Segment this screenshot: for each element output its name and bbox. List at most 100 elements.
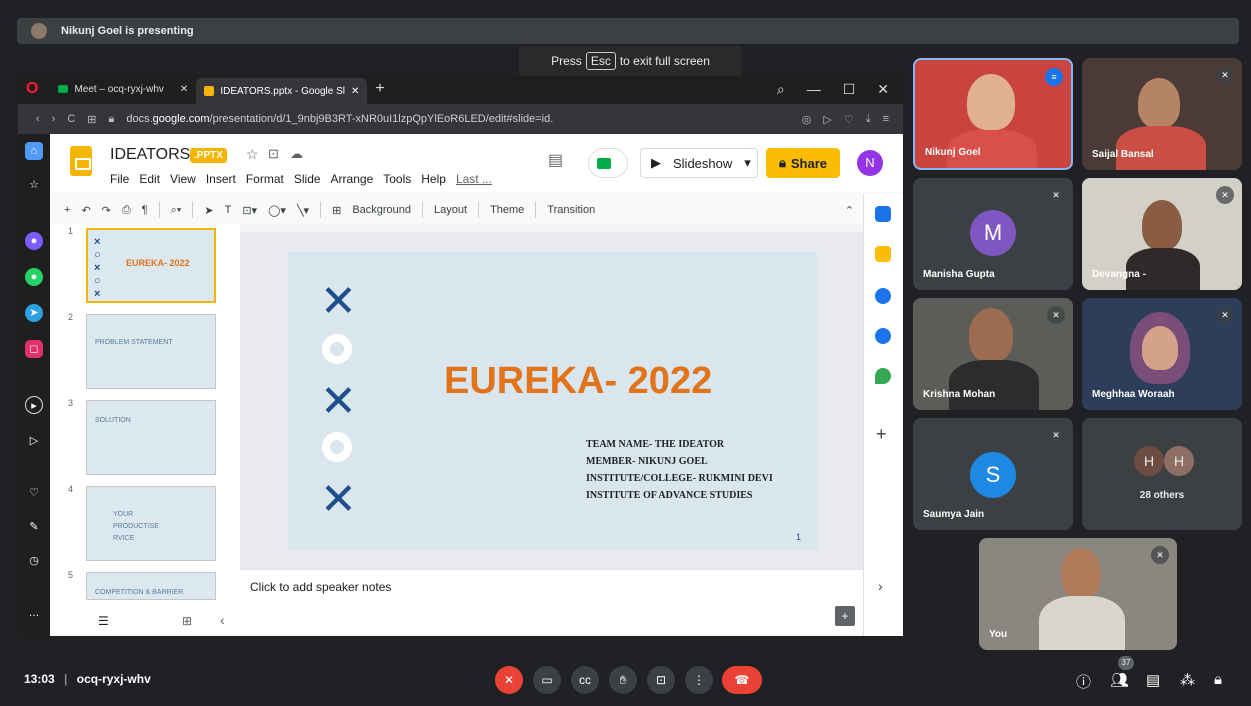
add-icon[interactable]: + [64, 204, 70, 216]
expand-panel-icon[interactable]: › [878, 578, 883, 594]
participant-tile[interactable]: ✕ Saijal Bansal [1082, 58, 1242, 170]
activities-icon[interactable]: ⁂ [1180, 671, 1195, 689]
slideshow-button[interactable]: ▶ Slideshow ▾ [640, 148, 758, 178]
heart-icon[interactable]: ♡ [25, 484, 43, 502]
participant-tile[interactable]: ✕ Meghhaa Woraah [1082, 298, 1242, 410]
print-icon[interactable]: ⎙ [122, 204, 131, 217]
tasks-icon[interactable] [875, 288, 891, 304]
keep-icon[interactable] [875, 246, 891, 262]
filmstrip-view-icon[interactable]: ⊞ [182, 614, 192, 628]
people-icon[interactable]: 👥︎ [1110, 671, 1129, 689]
new-tab-button[interactable]: + [375, 80, 384, 98]
user-avatar[interactable]: N [857, 150, 883, 176]
cloud-icon[interactable]: ☁︎ [290, 146, 303, 162]
captions-button[interactable]: cc [571, 666, 599, 694]
line-icon[interactable]: ╲▾ [297, 204, 309, 217]
close-window-icon[interactable]: ✕ [877, 81, 889, 98]
star-icon[interactable]: ☆ [246, 146, 259, 163]
forward-icon[interactable]: › [52, 113, 56, 125]
camera-button[interactable]: ▭ [533, 666, 561, 694]
undo-icon[interactable]: ↶ [81, 204, 90, 217]
whatsapp-icon[interactable]: ● [25, 268, 43, 286]
back-icon[interactable]: ‹ [36, 113, 40, 125]
history-icon[interactable]: ◷ [25, 552, 43, 570]
end-call-button[interactable]: ☎︎ [722, 666, 762, 694]
menu-arrange[interactable]: Arrange [331, 172, 374, 186]
info-icon[interactable]: ⓘ [1076, 671, 1091, 692]
star-icon[interactable]: ☆ [25, 176, 43, 194]
share-button[interactable]: 🔒︎ Share [766, 148, 840, 178]
participant-tile[interactable]: ✕ Krishna Mohan [913, 298, 1073, 410]
home-icon[interactable]: ⌂ [25, 142, 43, 160]
reload-icon[interactable]: C [67, 113, 75, 125]
host-controls-icon[interactable]: 🔒︎ [1214, 671, 1222, 688]
transition-button[interactable]: Transition [547, 204, 595, 216]
meet-button[interactable] [588, 148, 628, 178]
contacts-icon[interactable] [875, 328, 891, 344]
menu-slide[interactable]: Slide [294, 172, 321, 186]
slide-thumbnail[interactable]: YOUR PRODUCT/SE RVICE [86, 486, 216, 561]
minimize-icon[interactable]: — [807, 81, 821, 97]
redo-icon[interactable]: ↷ [102, 204, 111, 217]
team-info[interactable]: TEAM NAME- THE IDEATOR MEMBER- NIKUNJ GO… [586, 436, 773, 504]
address-bar[interactable]: ‹ › C ⊞ 🔒︎ docs.google.com/presentation/… [18, 104, 903, 134]
slide-title[interactable]: EUREKA- 2022 [444, 360, 712, 403]
raise-hand-button[interactable]: ✋︎ [609, 666, 637, 694]
more-icon[interactable]: … [25, 604, 43, 622]
mic-off-button[interactable]: ✕ [495, 666, 523, 694]
participant-tile[interactable]: ✕ Devangna - [1082, 178, 1242, 290]
grid-view-icon[interactable]: ☰ [98, 614, 109, 628]
opera-logo-icon[interactable]: O [26, 80, 38, 98]
slides-logo-icon[interactable] [70, 146, 92, 176]
chevron-down-icon[interactable]: ▾ [744, 155, 751, 171]
slide-thumbnail[interactable]: × ○ × ○ × EUREKA- 2022 [86, 228, 216, 303]
settings-icon[interactable]: ≡ [883, 113, 889, 125]
participant-tile[interactable]: S ✕ Saumya Jain [913, 418, 1073, 530]
slide-thumbnail[interactable]: PROBLEM STATEMENT [86, 314, 216, 389]
others-tile[interactable]: H H 28 others [1082, 418, 1242, 530]
current-slide[interactable]: ✕ ✕ ✕ EUREKA- 2022 TEAM NAME- THE IDEATO… [288, 252, 817, 550]
move-icon[interactable]: ⊡ [268, 146, 279, 162]
select-icon[interactable]: ➤ [204, 204, 213, 217]
menu-insert[interactable]: Insert [206, 172, 236, 186]
chevron-up-icon[interactable]: ⌃ [845, 204, 854, 217]
menu-format[interactable]: Format [246, 172, 284, 186]
send-icon[interactable]: ▷ [823, 113, 831, 126]
calendar-icon[interactable] [875, 206, 891, 222]
last-edit-link[interactable]: Last ... [456, 172, 492, 186]
menu-file[interactable]: File [110, 172, 129, 186]
maps-icon[interactable] [875, 368, 891, 384]
menu-help[interactable]: Help [421, 172, 446, 186]
speaker-notes[interactable]: Click to add speaker notes + [240, 569, 863, 634]
menu-view[interactable]: View [170, 172, 196, 186]
self-view-tile[interactable]: ✕ You [979, 538, 1177, 650]
text-box-icon[interactable]: T [225, 204, 232, 216]
edit-icon[interactable]: ✎ [25, 518, 43, 536]
comments-icon[interactable]: ▤ [548, 150, 563, 170]
participant-tile[interactable]: ≡ Nikunj Goel [913, 58, 1073, 170]
player-icon[interactable]: ▸ [25, 396, 43, 414]
paint-format-icon[interactable]: ¶ [142, 204, 148, 216]
close-icon[interactable]: ✕ [180, 84, 188, 95]
add-addon-icon[interactable]: + [876, 424, 887, 445]
comment-icon[interactable]: ⊞ [332, 204, 341, 217]
camera-icon[interactable]: ◎ [802, 113, 812, 126]
image-icon[interactable]: ⊡▾ [242, 204, 257, 217]
tab-meet[interactable]: Meet – ocq-ryxj-whv ✕ [50, 77, 196, 101]
instagram-icon[interactable]: ◻ [25, 340, 43, 358]
background-button[interactable]: Background [352, 204, 411, 216]
messenger-icon[interactable]: ● [25, 232, 43, 250]
tab-slides[interactable]: IDEATORS.pptx - Google Sl ✕ [196, 78, 368, 104]
maximize-icon[interactable]: ☐ [843, 81, 856, 98]
more-options-button[interactable]: ⋮ [685, 666, 713, 694]
collapse-panel-icon[interactable]: ‹ [220, 612, 225, 628]
url-text[interactable]: docs.google.com/presentation/d/1_9nbj9B3… [126, 113, 553, 125]
download-icon[interactable]: ⤓ [866, 113, 871, 126]
telegram-icon[interactable]: ➤ [25, 304, 43, 322]
search-icon[interactable]: ⌕ [777, 81, 785, 98]
menu-edit[interactable]: Edit [139, 172, 160, 186]
participant-tile[interactable]: M ✕ Manisha Gupta [913, 178, 1073, 290]
close-icon[interactable]: ✕ [351, 86, 359, 97]
menu-tools[interactable]: Tools [383, 172, 411, 186]
send-icon[interactable]: ▷ [25, 432, 43, 450]
